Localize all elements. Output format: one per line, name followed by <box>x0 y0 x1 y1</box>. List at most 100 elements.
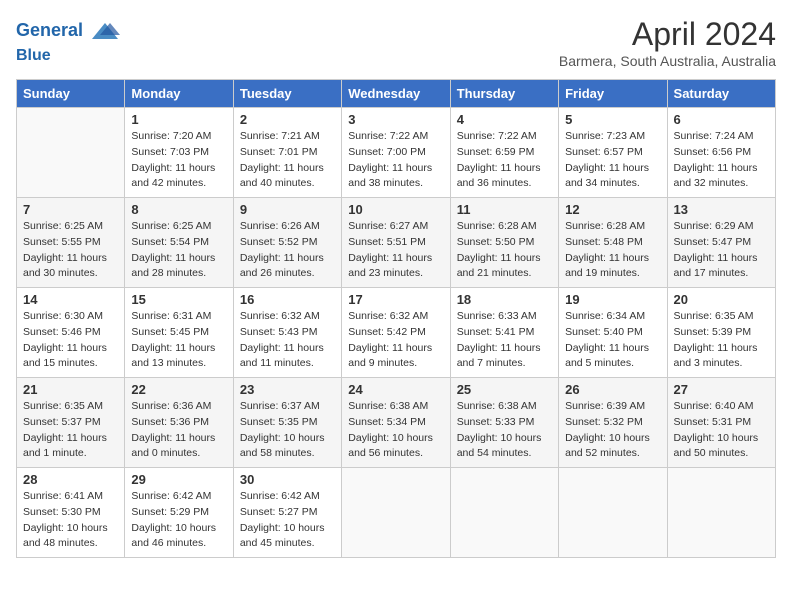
day-info: Sunrise: 6:42 AMSunset: 5:29 PMDaylight:… <box>131 489 226 552</box>
calendar-cell <box>17 108 125 198</box>
calendar-cell: 1 Sunrise: 7:20 AMSunset: 7:03 PMDaylight… <box>125 108 233 198</box>
calendar-cell <box>667 468 775 558</box>
day-info: Sunrise: 6:27 AMSunset: 5:51 PMDaylight:… <box>348 219 443 282</box>
calendar-cell: 26 Sunrise: 6:39 AMSunset: 5:32 PMDayligh… <box>559 378 667 468</box>
day-number: 5 <box>565 112 660 127</box>
day-info: Sunrise: 7:22 AMSunset: 6:59 PMDaylight:… <box>457 129 552 192</box>
calendar-cell <box>342 468 450 558</box>
column-header-monday: Monday <box>125 80 233 108</box>
day-number: 23 <box>240 382 335 397</box>
day-number: 11 <box>457 202 552 217</box>
logo: General Blue <box>16 16 120 65</box>
day-info: Sunrise: 7:20 AMSunset: 7:03 PMDaylight:… <box>131 129 226 192</box>
day-info: Sunrise: 6:39 AMSunset: 5:32 PMDaylight:… <box>565 399 660 462</box>
day-number: 6 <box>674 112 769 127</box>
calendar-cell: 13 Sunrise: 6:29 AMSunset: 5:47 PMDayligh… <box>667 198 775 288</box>
calendar-cell: 23 Sunrise: 6:37 AMSunset: 5:35 PMDayligh… <box>233 378 341 468</box>
calendar-cell: 6 Sunrise: 7:24 AMSunset: 6:56 PMDaylight… <box>667 108 775 198</box>
day-number: 21 <box>23 382 118 397</box>
calendar-cell: 30 Sunrise: 6:42 AMSunset: 5:27 PMDayligh… <box>233 468 341 558</box>
logo-text-blue: Blue <box>16 46 120 65</box>
column-header-saturday: Saturday <box>667 80 775 108</box>
day-info: Sunrise: 6:38 AMSunset: 5:34 PMDaylight:… <box>348 399 443 462</box>
calendar-cell: 12 Sunrise: 6:28 AMSunset: 5:48 PMDayligh… <box>559 198 667 288</box>
day-info: Sunrise: 6:38 AMSunset: 5:33 PMDaylight:… <box>457 399 552 462</box>
calendar-cell: 10 Sunrise: 6:27 AMSunset: 5:51 PMDayligh… <box>342 198 450 288</box>
calendar-cell: 15 Sunrise: 6:31 AMSunset: 5:45 PMDayligh… <box>125 288 233 378</box>
day-number: 28 <box>23 472 118 487</box>
calendar-title: April 2024 <box>559 16 776 53</box>
calendar-cell: 14Sunrise: 6:30 AMSunset: 5:46 PMDayligh… <box>17 288 125 378</box>
day-info: Sunrise: 6:35 AMSunset: 5:37 PMDaylight:… <box>23 399 118 462</box>
day-number: 7 <box>23 202 118 217</box>
day-number: 12 <box>565 202 660 217</box>
day-info: Sunrise: 6:34 AMSunset: 5:40 PMDaylight:… <box>565 309 660 372</box>
calendar-cell: 18 Sunrise: 6:33 AMSunset: 5:41 PMDayligh… <box>450 288 558 378</box>
calendar-cell: 22 Sunrise: 6:36 AMSunset: 5:36 PMDayligh… <box>125 378 233 468</box>
calendar-cell: 9 Sunrise: 6:26 AMSunset: 5:52 PMDaylight… <box>233 198 341 288</box>
day-number: 9 <box>240 202 335 217</box>
day-info: Sunrise: 6:36 AMSunset: 5:36 PMDaylight:… <box>131 399 226 462</box>
day-info: Sunrise: 6:28 AMSunset: 5:50 PMDaylight:… <box>457 219 552 282</box>
day-info: Sunrise: 6:30 AMSunset: 5:46 PMDaylight:… <box>23 309 118 372</box>
calendar-cell: 20 Sunrise: 6:35 AMSunset: 5:39 PMDayligh… <box>667 288 775 378</box>
day-number: 24 <box>348 382 443 397</box>
calendar-cell: 4 Sunrise: 7:22 AMSunset: 6:59 PMDaylight… <box>450 108 558 198</box>
calendar-cell: 25 Sunrise: 6:38 AMSunset: 5:33 PMDayligh… <box>450 378 558 468</box>
calendar-cell: 24 Sunrise: 6:38 AMSunset: 5:34 PMDayligh… <box>342 378 450 468</box>
day-info: Sunrise: 6:35 AMSunset: 5:39 PMDaylight:… <box>674 309 769 372</box>
day-number: 4 <box>457 112 552 127</box>
day-info: Sunrise: 6:33 AMSunset: 5:41 PMDaylight:… <box>457 309 552 372</box>
day-info: Sunrise: 6:31 AMSunset: 5:45 PMDaylight:… <box>131 309 226 372</box>
title-block: April 2024 Barmera, South Australia, Aus… <box>559 16 776 69</box>
calendar-cell: 19 Sunrise: 6:34 AMSunset: 5:40 PMDayligh… <box>559 288 667 378</box>
page-header: General Blue April 2024 Barmera, South A… <box>16 16 776 69</box>
day-info: Sunrise: 7:22 AMSunset: 7:00 PMDaylight:… <box>348 129 443 192</box>
day-info: Sunrise: 7:24 AMSunset: 6:56 PMDaylight:… <box>674 129 769 192</box>
day-number: 20 <box>674 292 769 307</box>
day-number: 1 <box>131 112 226 127</box>
day-info: Sunrise: 6:32 AMSunset: 5:43 PMDaylight:… <box>240 309 335 372</box>
day-info: Sunrise: 6:32 AMSunset: 5:42 PMDaylight:… <box>348 309 443 372</box>
calendar-cell <box>450 468 558 558</box>
day-info: Sunrise: 6:37 AMSunset: 5:35 PMDaylight:… <box>240 399 335 462</box>
logo-text: General <box>16 16 120 46</box>
day-number: 30 <box>240 472 335 487</box>
calendar-cell: 17 Sunrise: 6:32 AMSunset: 5:42 PMDayligh… <box>342 288 450 378</box>
calendar-cell: 29 Sunrise: 6:42 AMSunset: 5:29 PMDayligh… <box>125 468 233 558</box>
day-number: 26 <box>565 382 660 397</box>
day-number: 2 <box>240 112 335 127</box>
column-header-sunday: Sunday <box>17 80 125 108</box>
calendar-cell: 11 Sunrise: 6:28 AMSunset: 5:50 PMDayligh… <box>450 198 558 288</box>
calendar-cell: 2 Sunrise: 7:21 AMSunset: 7:01 PMDaylight… <box>233 108 341 198</box>
day-number: 19 <box>565 292 660 307</box>
day-number: 13 <box>674 202 769 217</box>
day-info: Sunrise: 6:26 AMSunset: 5:52 PMDaylight:… <box>240 219 335 282</box>
calendar-cell: 7 Sunrise: 6:25 AMSunset: 5:55 PMDaylight… <box>17 198 125 288</box>
day-number: 29 <box>131 472 226 487</box>
day-number: 15 <box>131 292 226 307</box>
day-number: 18 <box>457 292 552 307</box>
day-info: Sunrise: 7:23 AMSunset: 6:57 PMDaylight:… <box>565 129 660 192</box>
day-number: 8 <box>131 202 226 217</box>
day-number: 27 <box>674 382 769 397</box>
day-info: Sunrise: 6:41 AMSunset: 5:30 PMDaylight:… <box>23 489 118 552</box>
calendar-subtitle: Barmera, South Australia, Australia <box>559 53 776 69</box>
day-info: Sunrise: 6:25 AMSunset: 5:55 PMDaylight:… <box>23 219 118 282</box>
calendar-cell <box>559 468 667 558</box>
column-header-tuesday: Tuesday <box>233 80 341 108</box>
day-info: Sunrise: 6:25 AMSunset: 5:54 PMDaylight:… <box>131 219 226 282</box>
calendar-cell: 8 Sunrise: 6:25 AMSunset: 5:54 PMDaylight… <box>125 198 233 288</box>
day-info: Sunrise: 7:21 AMSunset: 7:01 PMDaylight:… <box>240 129 335 192</box>
day-number: 17 <box>348 292 443 307</box>
day-info: Sunrise: 6:42 AMSunset: 5:27 PMDaylight:… <box>240 489 335 552</box>
day-info: Sunrise: 6:40 AMSunset: 5:31 PMDaylight:… <box>674 399 769 462</box>
calendar-cell: 27 Sunrise: 6:40 AMSunset: 5:31 PMDayligh… <box>667 378 775 468</box>
day-info: Sunrise: 6:28 AMSunset: 5:48 PMDaylight:… <box>565 219 660 282</box>
day-number: 10 <box>348 202 443 217</box>
day-number: 25 <box>457 382 552 397</box>
day-info: Sunrise: 6:29 AMSunset: 5:47 PMDaylight:… <box>674 219 769 282</box>
day-number: 3 <box>348 112 443 127</box>
calendar-cell: 3 Sunrise: 7:22 AMSunset: 7:00 PMDaylight… <box>342 108 450 198</box>
day-number: 22 <box>131 382 226 397</box>
